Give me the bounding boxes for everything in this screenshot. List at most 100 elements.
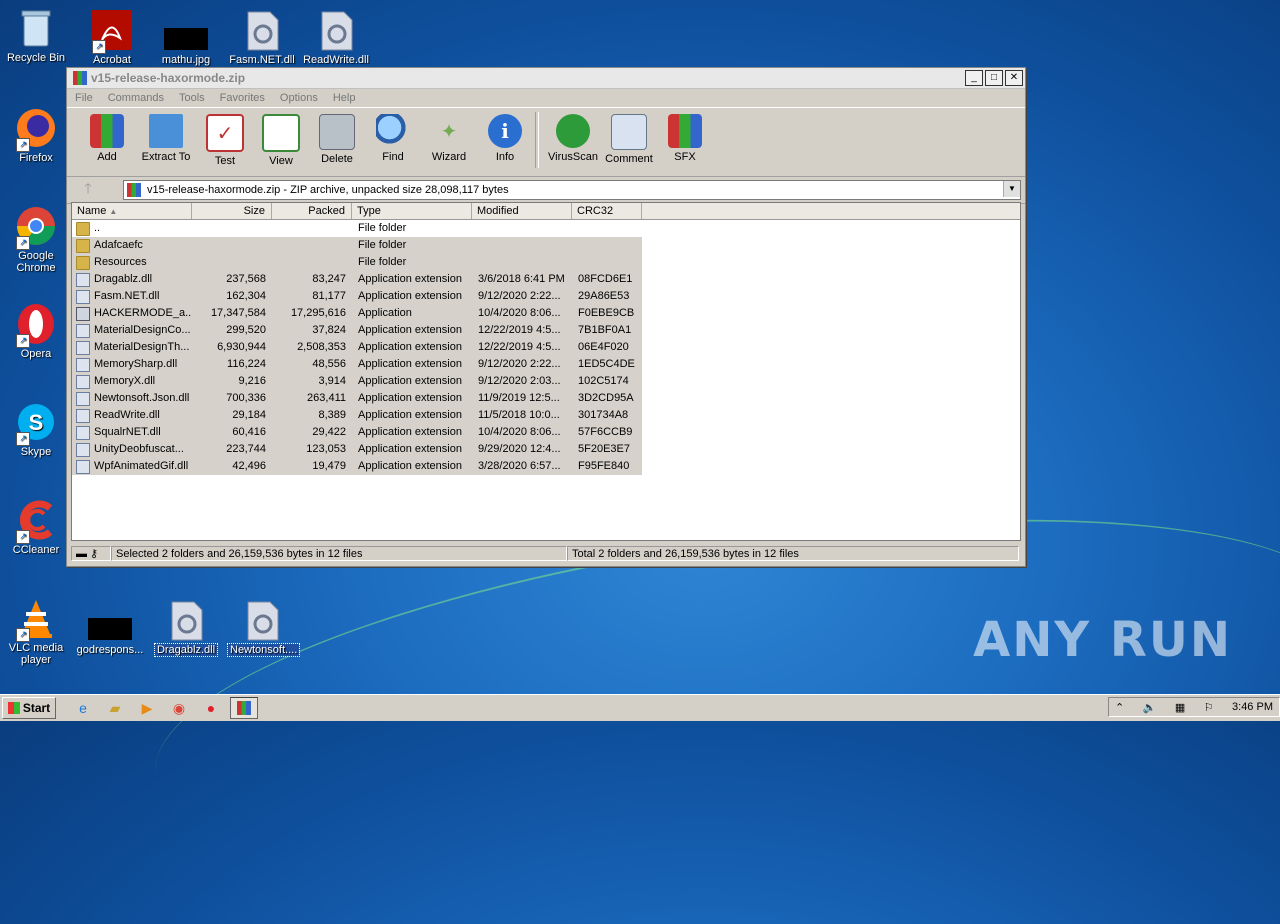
toolbar-delete-button[interactable]: Delete: [309, 112, 365, 165]
file-row[interactable]: Dragablz.dll 237,568 83,247 Application ext…: [72, 271, 1020, 288]
menu-options[interactable]: Options: [280, 92, 318, 104]
desktop-icon-label: Dragablz.dll: [153, 643, 219, 657]
file-type: File folder: [358, 222, 407, 234]
file-packed: 37,824: [272, 322, 352, 339]
vlc-icon: ↗: [14, 596, 58, 642]
desktop-icon-opera[interactable]: ↗ Opera: [2, 302, 70, 360]
taskbar-chrome-icon[interactable]: ◉: [166, 698, 192, 718]
address-field[interactable]: v15-release-haxormode.zip - ZIP archive,…: [123, 180, 1021, 200]
column-header-size[interactable]: Size: [192, 203, 272, 219]
file-row[interactable]: Resources File folder: [72, 254, 1020, 271]
close-button[interactable]: ✕: [1005, 70, 1023, 86]
dll-icon: [76, 408, 90, 423]
dll-icon: [76, 459, 90, 474]
file-modified: 10/4/2020 8:06...: [472, 424, 572, 441]
desktop-icon-acrobat[interactable]: ↗ Acrobat: [78, 8, 146, 66]
taskbar-explorer-icon[interactable]: ▰: [102, 698, 128, 718]
toolbar-wizard-button[interactable]: ✦ Wizard: [421, 112, 477, 164]
clock[interactable]: 3:46 PM: [1232, 701, 1273, 713]
desktop-icon-ccleaner[interactable]: ↗ CCleaner: [2, 498, 70, 556]
file-modified: 12/22/2019 4:5...: [472, 322, 572, 339]
menu-file[interactable]: File: [75, 92, 93, 104]
menu-commands[interactable]: Commands: [108, 92, 164, 104]
status-total: Total 2 folders and 26,159,536 bytes in …: [567, 546, 1019, 561]
toolbar-view-button[interactable]: View: [253, 112, 309, 167]
file-crc32: 301734A8: [572, 407, 642, 424]
toolbar-info-button[interactable]: i Info: [477, 112, 533, 163]
toolbar-label: Delete: [321, 153, 353, 165]
file-size: 60,416: [192, 424, 272, 441]
file-crc32: 08FCD6E1: [572, 271, 642, 288]
file-row[interactable]: UnityDeobfuscat... 223,744 123,053 Applicat…: [72, 441, 1020, 458]
taskbar-media-player-icon[interactable]: ▶: [134, 698, 160, 718]
network-icon[interactable]: ▦: [1175, 701, 1185, 714]
desktop-icon-dragablz[interactable]: Dragablz.dll: [152, 598, 220, 657]
start-button[interactable]: Start: [2, 697, 56, 719]
file-packed: 8,389: [272, 407, 352, 424]
minimize-button[interactable]: _: [965, 70, 983, 86]
file-row[interactable]: WpfAnimatedGif.dll 42,496 19,479 Applicatio…: [72, 458, 1020, 475]
column-header-crc32[interactable]: CRC32: [572, 203, 642, 219]
file-packed: 81,177: [272, 288, 352, 305]
toolbar-sfx-button[interactable]: SFX: [657, 112, 713, 163]
desktop-icon-fasm[interactable]: Fasm.NET.dll: [228, 8, 296, 66]
file-crc32: 29A86E53: [572, 288, 642, 305]
taskbar-opera-icon[interactable]: ●: [198, 698, 224, 718]
desktop-icon-readwrite[interactable]: ReadWrite.dll: [302, 8, 370, 66]
flag-icon[interactable]: ⚐: [1204, 701, 1214, 714]
desktop-icon-newtonsoft[interactable]: Newtonsoft....: [226, 598, 301, 657]
desktop-icon-godrespons[interactable]: godrespons...: [76, 598, 144, 656]
file-packed: [272, 237, 352, 254]
tray-expand-icon[interactable]: ⌃: [1115, 701, 1124, 714]
skype-icon: S ↗: [14, 400, 58, 446]
file-row[interactable]: .. File folder: [72, 220, 1020, 237]
column-header-name[interactable]: Name ▲: [72, 203, 192, 219]
column-header-type[interactable]: Type: [352, 203, 472, 219]
column-header-modified[interactable]: Modified: [472, 203, 572, 219]
toolbar-label: VirusScan: [548, 151, 598, 163]
file-list[interactable]: Name ▲ Size Packed Type Modified CRC32 .…: [71, 202, 1021, 541]
column-header-packed[interactable]: Packed: [272, 203, 352, 219]
maximize-button[interactable]: □: [985, 70, 1003, 86]
file-row[interactable]: SqualrNET.dll 60,416 29,422 Application ext…: [72, 424, 1020, 441]
dll-icon: [76, 374, 90, 389]
file-row[interactable]: Newtonsoft.Json.dll 700,336 263,411 Applica…: [72, 390, 1020, 407]
desktop-icon-vlc[interactable]: ↗ VLC media player: [2, 596, 70, 666]
toolbar-add-button[interactable]: Add: [79, 112, 135, 163]
volume-icon[interactable]: 🔈: [1143, 701, 1157, 714]
file-row[interactable]: MaterialDesignCo... 299,520 37,824 Applicat…: [72, 322, 1020, 339]
file-row[interactable]: MaterialDesignTh... 6,930,944 2,508,353 App…: [72, 339, 1020, 356]
toolbar-virusscan-button[interactable]: VirusScan: [545, 112, 601, 163]
toolbar-comment-button[interactable]: Comment: [601, 112, 657, 165]
file-modified: 9/12/2020 2:22...: [472, 356, 572, 373]
file-row[interactable]: ReadWrite.dll 29,184 8,389 Application exte…: [72, 407, 1020, 424]
file-row[interactable]: HACKERMODE_a... 17,347,584 17,295,616 Appli…: [72, 305, 1020, 322]
desktop-icon-chrome[interactable]: ↗ Google Chrome: [2, 204, 70, 274]
file-row[interactable]: MemoryX.dll 9,216 3,914 Application extensi…: [72, 373, 1020, 390]
start-label: Start: [22, 701, 51, 715]
desktop-icon-label: mathu.jpg: [161, 54, 211, 66]
file-row[interactable]: Adafcaefc File folder: [72, 237, 1020, 254]
file-row[interactable]: Fasm.NET.dll 162,304 81,177 Application ext…: [72, 288, 1020, 305]
menu-favorites[interactable]: Favorites: [220, 92, 265, 104]
toolbar-test-button[interactable]: ✓ Test: [197, 112, 253, 167]
toolbar-label: Test: [214, 155, 236, 167]
file-list-header: Name ▲ Size Packed Type Modified CRC32: [72, 203, 1020, 220]
toolbar-extract-button[interactable]: Extract To: [135, 112, 197, 163]
add-archive-icon: [90, 114, 124, 148]
chevron-down-icon[interactable]: ▼: [1003, 181, 1020, 197]
desktop-icon-mathu[interactable]: mathu.jpg: [152, 8, 220, 66]
desktop-icon-recycle-bin[interactable]: Recycle Bin: [2, 6, 70, 64]
desktop-icon-skype[interactable]: S ↗ Skype: [2, 400, 70, 458]
toolbar-find-button[interactable]: Find: [365, 112, 421, 163]
up-arrow-icon[interactable]: 🡑: [73, 178, 103, 202]
title-bar[interactable]: v15-release-haxormode.zip _ □ ✕: [67, 68, 1025, 89]
file-packed: 17,295,616: [272, 305, 352, 322]
taskbar-winrar-icon[interactable]: [230, 697, 258, 719]
file-row[interactable]: MemorySharp.dll 116,224 48,556 Application …: [72, 356, 1020, 373]
desktop-icon-firefox[interactable]: ↗ Firefox: [2, 106, 70, 164]
file-crc32: F0EBE9CB: [572, 305, 642, 322]
menu-tools[interactable]: Tools: [179, 92, 205, 104]
menu-help[interactable]: Help: [333, 92, 356, 104]
taskbar-ie-icon[interactable]: e: [70, 698, 96, 718]
